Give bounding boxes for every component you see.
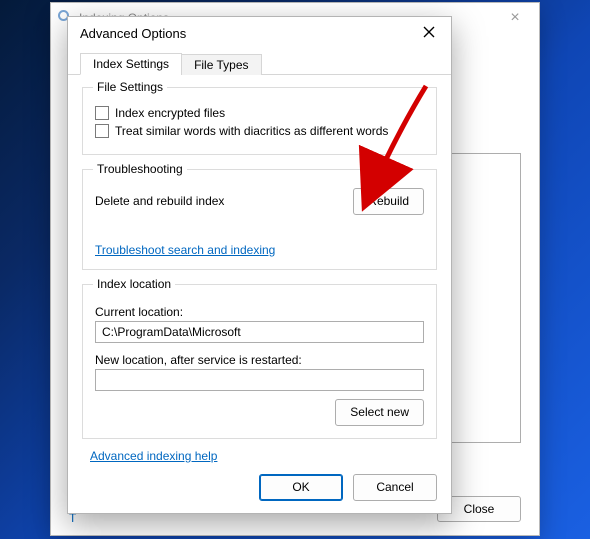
new-location-field[interactable] (95, 369, 424, 391)
label-diacritics: Treat similar words with diacritics as d… (115, 124, 388, 138)
cancel-button[interactable]: Cancel (353, 474, 437, 501)
group-troubleshooting: Troubleshooting Delete and rebuild index… (82, 169, 437, 270)
file-settings-legend: File Settings (93, 80, 167, 94)
tab-index-settings[interactable]: Index Settings (80, 53, 182, 75)
troubleshoot-search-link[interactable]: Troubleshoot search and indexing (95, 243, 275, 257)
new-location-label: New location, after service is restarted… (95, 353, 424, 367)
dialog-footer: OK Cancel (82, 474, 437, 501)
dialog-titlebar: Advanced Options (68, 17, 451, 49)
advanced-indexing-help-link[interactable]: Advanced indexing help (90, 449, 217, 463)
advanced-options-dialog: Advanced Options Index Settings File Typ… (67, 16, 452, 514)
delete-rebuild-label: Delete and rebuild index (95, 194, 224, 208)
select-new-button[interactable]: Select new (335, 399, 424, 426)
dialog-close-button[interactable] (415, 21, 443, 45)
close-icon (423, 26, 435, 41)
label-index-encrypted: Index encrypted files (115, 106, 225, 120)
tab-panel-index-settings: File Settings Index encrypted files Trea… (68, 75, 451, 461)
group-file-settings: File Settings Index encrypted files Trea… (82, 87, 437, 155)
troubleshooting-legend: Troubleshooting (93, 162, 187, 176)
current-location-field[interactable]: C:\ProgramData\Microsoft (95, 321, 424, 343)
checkbox-diacritics[interactable] (95, 124, 109, 138)
ok-button[interactable]: OK (259, 474, 343, 501)
current-location-label: Current location: (95, 305, 424, 319)
tab-file-types[interactable]: File Types (181, 54, 261, 75)
dialog-title: Advanced Options (80, 26, 186, 41)
group-index-location: Index location Current location: C:\Prog… (82, 284, 437, 439)
index-location-legend: Index location (93, 277, 175, 291)
tabstrip: Index Settings File Types (68, 49, 451, 75)
current-location-value: C:\ProgramData\Microsoft (102, 325, 241, 339)
close-icon[interactable]: × (497, 9, 533, 27)
rebuild-button[interactable]: Rebuild (353, 188, 424, 215)
checkbox-index-encrypted[interactable] (95, 106, 109, 120)
